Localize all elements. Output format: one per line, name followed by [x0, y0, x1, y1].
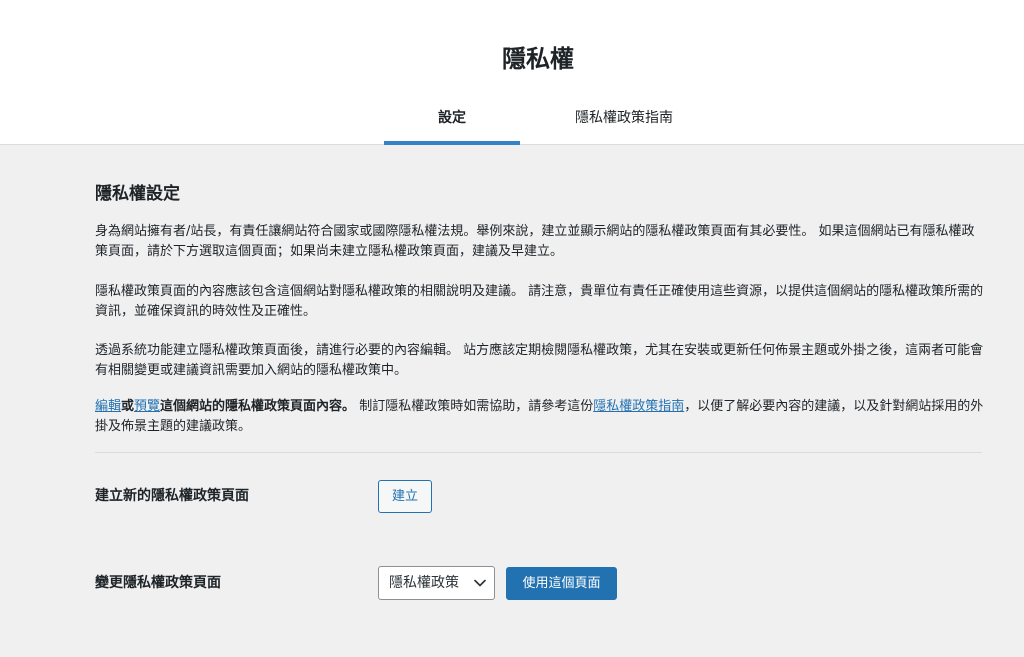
chevron-down-icon: [474, 579, 486, 587]
editing-paragraph: 透過系統功能建立隱私權政策頁面後，請進行必要的內容編輯。 站方應該定期檢閱隱私權…: [95, 343, 984, 378]
tab-privacy-policy-guide[interactable]: 隱私權政策指南: [554, 98, 694, 145]
create-page-label: 建立新的隱私權政策頁面: [95, 488, 249, 504]
privacy-page-select[interactable]: 隱私權政策: [378, 566, 495, 600]
preview-link[interactable]: 預覽: [134, 399, 160, 414]
page-header: 隱私權 設定 隱私權政策指南: [0, 0, 1024, 145]
page-title: 隱私權: [502, 45, 574, 73]
intro-paragraph: 身為網站擁有者/站長，有責任讓網站符合國家或國際隱私權法規。舉例來說，建立並顯示…: [95, 224, 975, 259]
section-divider: [95, 452, 982, 453]
select-value: 隱私權政策: [389, 575, 459, 591]
or-text: 或: [121, 399, 135, 414]
change-page-label: 變更隱私權政策頁面: [95, 575, 221, 591]
section-title: 隱私權設定: [95, 184, 180, 204]
help-text: 制訂隱私權政策時如需協助，請參考這份: [355, 399, 594, 414]
tab-settings[interactable]: 設定: [384, 98, 520, 145]
edit-link[interactable]: 編輯: [95, 399, 121, 414]
create-button[interactable]: 建立: [378, 480, 432, 513]
privacy-guide-link[interactable]: 隱私權政策指南: [593, 399, 684, 414]
use-this-page-button[interactable]: 使用這個頁面: [506, 567, 617, 600]
content-paragraph: 隱私權政策頁面的內容應該包含這個網站對隱私權政策的相關說明及建議。 請注意，貴單…: [95, 284, 984, 319]
help-bold-text: 這個網站的隱私權政策頁面內容。: [160, 399, 356, 414]
help-paragraph: 編輯或預覽這個網站的隱私權政策頁面內容。 制訂隱私權政策時如需協助，請參考這份隱…: [95, 397, 985, 437]
